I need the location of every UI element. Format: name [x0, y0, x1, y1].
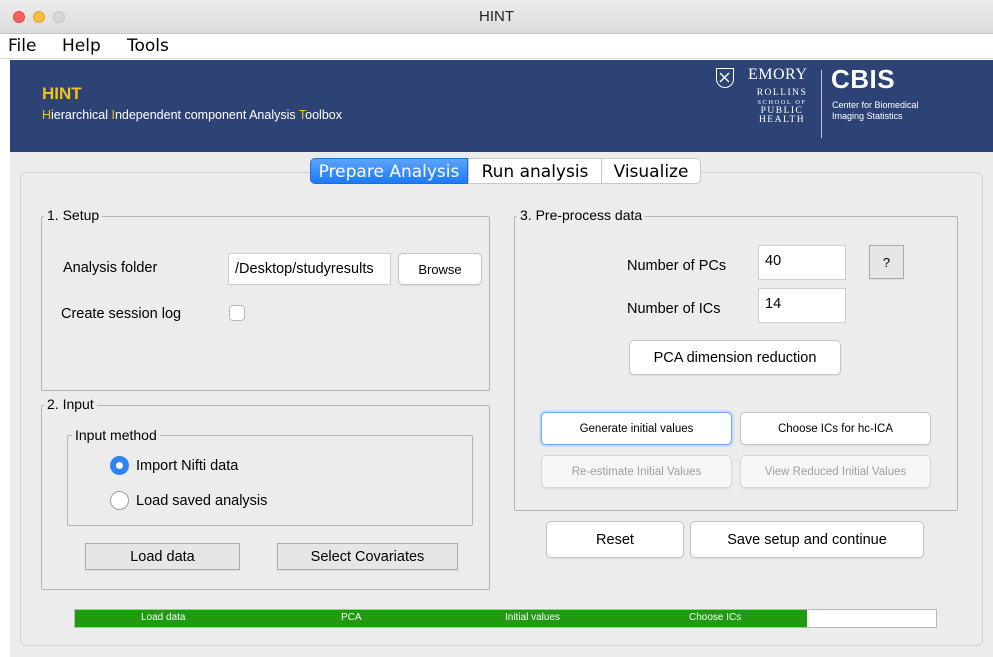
menu-bar: File Help Tools: [0, 34, 993, 59]
load-saved-label[interactable]: Load saved analysis: [136, 493, 267, 509]
help-button[interactable]: ?: [869, 245, 904, 279]
preprocess-title: 3. Pre-process data: [517, 207, 646, 223]
pca-dimension-reduction-button[interactable]: PCA dimension reduction: [629, 340, 841, 375]
stage-pca: PCA: [341, 612, 362, 623]
setup-title: 1. Setup: [44, 207, 103, 223]
input-method-group: [67, 435, 473, 526]
radio-import-nifti[interactable]: [110, 456, 129, 475]
choose-ics-button[interactable]: Choose ICs for hc-ICA: [740, 412, 931, 445]
num-ics-field[interactable]: 14: [758, 288, 846, 323]
app-banner: HINT Hierarchical Independent component …: [10, 60, 993, 152]
app-full-name-part: oolbox: [305, 108, 342, 122]
analysis-folder-label: Analysis folder: [63, 260, 158, 276]
session-log-label: Create session log: [61, 306, 182, 322]
app-full-name-part: ierarchical: [51, 108, 112, 122]
stage-choose-ics: Choose ICs: [689, 612, 742, 623]
generate-initial-values-button[interactable]: Generate initial values: [541, 412, 732, 445]
analysis-folder-field[interactable]: /Desktop/studyresults: [228, 253, 391, 285]
tab-run-analysis[interactable]: Run analysis: [468, 158, 602, 184]
cbis-wordmark: CBIS: [831, 64, 896, 94]
radio-load-saved[interactable]: [110, 491, 129, 510]
stage-load-data: Load data: [141, 612, 186, 623]
app-name: HINT: [42, 84, 82, 103]
emory-shield-icon: [716, 68, 734, 88]
menu-tools[interactable]: Tools: [127, 36, 169, 56]
num-pcs-label: Number of PCs: [627, 258, 727, 274]
tab-visualize[interactable]: Visualize: [601, 158, 701, 184]
app-full-name-part: ndependent component Analysis: [114, 108, 299, 122]
input-method-title: Input method: [72, 427, 160, 443]
save-setup-button[interactable]: Save setup and continue: [690, 521, 924, 558]
num-ics-label: Number of ICs: [627, 301, 721, 317]
session-log-checkbox[interactable]: [229, 305, 245, 321]
rollins-wordmark: ROLLINS SCHOOL OF PUBLIC HEALTH: [756, 88, 808, 125]
load-data-button[interactable]: Load data: [85, 543, 240, 570]
emory-wordmark: EMORY: [748, 66, 808, 83]
browse-button[interactable]: Browse: [398, 253, 482, 285]
input-title: 2. Input: [44, 396, 97, 412]
setup-group: [41, 216, 490, 391]
view-reduced-initial-values-button[interactable]: View Reduced Initial Values: [740, 455, 931, 488]
menu-help[interactable]: Help: [62, 36, 101, 56]
reset-button[interactable]: Reset: [546, 521, 684, 558]
tab-prepare-analysis[interactable]: Prepare Analysis: [310, 158, 468, 184]
app-full-name-part: H: [42, 108, 52, 122]
import-nifti-label[interactable]: Import Nifti data: [136, 458, 238, 474]
re-estimate-initial-values-button[interactable]: Re-estimate Initial Values: [541, 455, 732, 488]
window-title-bar: HINT: [0, 0, 993, 34]
menu-file[interactable]: File: [8, 36, 36, 56]
app-full-name: Hierarchical Independent component Analy…: [42, 108, 342, 122]
cbis-subtitle: Center for Biomedical Imaging Statistics: [832, 100, 919, 121]
select-covariates-button[interactable]: Select Covariates: [277, 543, 458, 570]
progress-bar: Load data PCA Initial values Choose ICs: [74, 609, 937, 628]
stage-initial-values: Initial values: [505, 612, 561, 623]
logo-divider: [821, 70, 822, 138]
num-pcs-field[interactable]: 40: [758, 245, 846, 280]
window-title: HINT: [479, 8, 514, 25]
